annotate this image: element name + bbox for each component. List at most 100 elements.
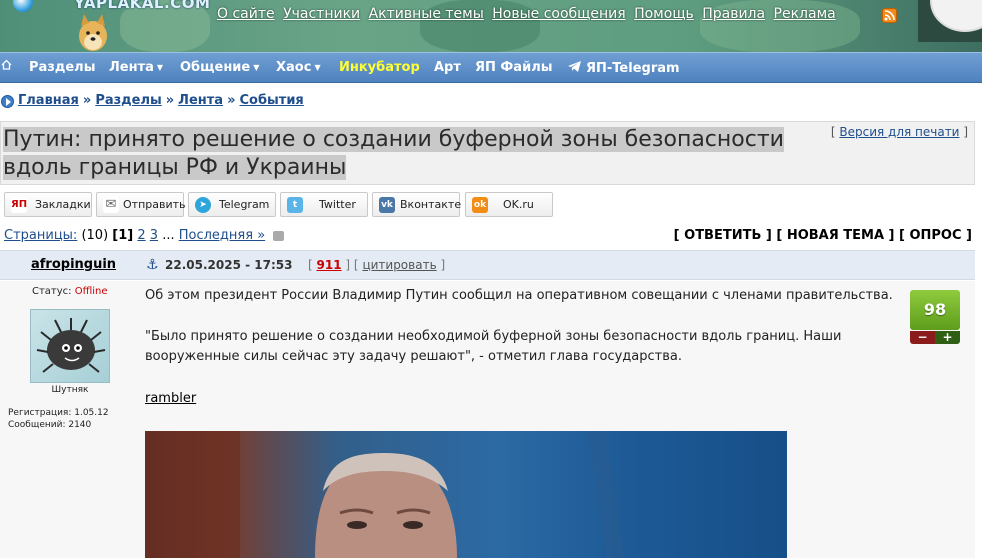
source-line: rambler xyxy=(145,389,196,409)
rss-icon[interactable] xyxy=(882,8,897,23)
bracket: ] xyxy=(345,258,351,272)
send-label: Отправить xyxy=(123,198,186,211)
telegram-icon xyxy=(568,61,581,72)
breadcrumb-separator: » xyxy=(165,93,175,108)
breadcrumb-separator: » xyxy=(82,93,92,108)
page-title: Путин: принято решение о создании буферн… xyxy=(3,126,829,182)
source-link[interactable]: rambler xyxy=(145,391,196,406)
print-version: [ Версия для печати ] xyxy=(831,125,968,139)
rss-glyph-icon xyxy=(884,10,895,21)
nav-item-communication-label: Общение xyxy=(180,60,251,75)
logo-globe-icon[interactable] xyxy=(13,0,33,12)
home-glyph-icon xyxy=(1,59,12,70)
breadcrumb-links: Главная» Разделы» Лента» События xyxy=(18,93,304,108)
envelope-icon: ✉ xyxy=(103,197,119,213)
post-author[interactable]: afropinguin xyxy=(31,257,116,272)
nav-item-feed-label: Лента xyxy=(109,60,154,75)
last-page-link[interactable]: Последняя » xyxy=(179,228,265,243)
nav-item-art[interactable]: Арт xyxy=(434,60,461,75)
main-nav: Разделы Лента ▼ Общение ▼ Хаос ▼ Инкубатор … xyxy=(0,52,982,83)
nav-item-telegram-label: ЯП-Telegram xyxy=(586,61,680,76)
bracket: ] xyxy=(963,125,968,139)
status-label: Статус: xyxy=(32,286,72,297)
hedgehog-avatar-icon xyxy=(36,318,106,373)
nav-item-incubator[interactable]: Инкубатор xyxy=(339,60,420,75)
chevron-down-icon: ▼ xyxy=(314,63,321,72)
pages-ellipsis: ... xyxy=(162,228,175,243)
print-version-link[interactable]: Версия для печати xyxy=(839,125,959,139)
nav-item-sections[interactable]: Разделы xyxy=(29,60,95,75)
post-paragraph: Об этом президент России Владимир Путин … xyxy=(145,288,893,303)
post-paragraph: вооруженные силы сейчас эту задачу решаю… xyxy=(145,349,682,364)
send-button[interactable]: ✉ Отправить xyxy=(96,192,186,217)
top-link-new-messages[interactable]: Новые сообщения xyxy=(492,6,625,22)
chevron-down-icon: ▼ xyxy=(253,63,260,72)
top-link-members[interactable]: Участники xyxy=(283,6,360,22)
vote-down-button[interactable]: − xyxy=(910,331,935,344)
nav-item-chaos[interactable]: Хаос ▼ xyxy=(276,60,321,75)
site-logo[interactable]: YAPLAKAL.COM xyxy=(74,0,210,12)
message-count: Сообщений: 2140 xyxy=(8,420,92,430)
page-2-link[interactable]: 2 xyxy=(137,228,145,243)
twitter-icon: t xyxy=(287,197,303,213)
topic-actions[interactable]: [ ОТВЕТИТЬ ] [ НОВАЯ ТЕМА ] [ ОПРОС ] xyxy=(674,228,972,243)
yap-bookmark-icon: ЯП xyxy=(11,197,27,213)
author-status: Статус: Offline xyxy=(32,286,108,297)
post-meta: [ 911 ] [ цитировать ] xyxy=(308,258,445,272)
top-link-ads[interactable]: Реклама xyxy=(774,6,836,22)
ok-share-label: OK.ru xyxy=(503,198,534,211)
anchor-icon[interactable]: ⚓ xyxy=(146,257,159,273)
ok-icon: ok xyxy=(472,197,488,213)
registration-date: Регистрация: 1.05.12 xyxy=(8,408,109,418)
top-link-active-topics[interactable]: Активные темы xyxy=(369,6,484,22)
top-link-rules[interactable]: Правила xyxy=(702,6,765,22)
page-title-text: Путин: принято решение о создании буферн… xyxy=(3,127,784,180)
breadcrumb-separator: » xyxy=(227,93,236,108)
bracket: [ xyxy=(353,258,359,272)
top-links: О сайте Участники Активные темы Новые со… xyxy=(217,6,840,22)
status-value: Offline xyxy=(74,286,108,297)
ok-share-button[interactable]: ok OK.ru xyxy=(465,192,553,217)
page-jump-icon[interactable] xyxy=(273,230,285,241)
top-link-about[interactable]: О сайте xyxy=(217,6,275,22)
telegram-share-icon: ➤ xyxy=(195,197,211,213)
post-paragraph: "Было принято решение о создании необход… xyxy=(145,329,842,344)
telegram-share-button[interactable]: ➤ Telegram xyxy=(188,192,276,217)
nav-item-communication[interactable]: Общение ▼ xyxy=(180,60,259,75)
bracket: ] xyxy=(440,258,446,272)
breadcrumb-feed[interactable]: Лента xyxy=(178,93,223,108)
bookmarks-button[interactable]: ЯП Закладки xyxy=(4,192,92,217)
vote-up-button[interactable]: + xyxy=(935,331,960,344)
quote-link[interactable]: цитировать xyxy=(362,258,436,272)
home-icon[interactable] xyxy=(1,59,12,74)
breadcrumb-events[interactable]: События xyxy=(239,93,303,108)
nav-item-telegram[interactable]: ЯП-Telegram xyxy=(567,60,680,76)
breadcrumb-home[interactable]: Главная xyxy=(18,93,79,108)
play-arrow-icon xyxy=(1,95,14,108)
avatar[interactable] xyxy=(30,309,110,383)
vk-icon: vk xyxy=(379,197,395,213)
vk-share-button[interactable]: vk Вконтакте xyxy=(372,192,462,217)
topic-title-block: Путин: принято решение о создании буферн… xyxy=(0,121,975,185)
post-rating: 98 xyxy=(910,290,960,330)
nav-item-chaos-label: Хаос xyxy=(276,60,312,75)
nav-item-feed[interactable]: Лента ▼ xyxy=(109,60,163,75)
bracket: [ xyxy=(308,258,313,272)
news-photo xyxy=(145,431,624,558)
author-stats: Регистрация: 1.05.12 Сообщений: 2140 xyxy=(8,407,109,431)
post-body: Об этом президент России Владимир Путин … xyxy=(140,281,975,558)
pagination: Страницы: (10) [1] 2 3 ... Последняя » xyxy=(4,228,285,243)
top-link-help[interactable]: Помощь xyxy=(634,6,694,22)
breadcrumb-sections[interactable]: Разделы xyxy=(95,93,161,108)
nav-item-files[interactable]: ЯП Файлы xyxy=(475,60,552,75)
post-header: afropinguin ⚓ 22.05.2025 - 17:53 [ 911 ]… xyxy=(0,250,975,280)
twitter-share-label: Twitter xyxy=(319,198,356,211)
twitter-share-button[interactable]: t Twitter xyxy=(280,192,368,217)
bookmarks-label: Закладки xyxy=(35,198,91,211)
site-header: YAPLAKAL.COM О сайте Участники Активные … xyxy=(0,0,982,52)
post-number-link[interactable]: 911 xyxy=(317,258,342,272)
post-image[interactable] xyxy=(145,431,787,558)
pages-label[interactable]: Страницы: xyxy=(4,228,77,243)
page-3-link[interactable]: 3 xyxy=(150,228,158,243)
vk-share-label: Вконтакте xyxy=(400,198,462,211)
